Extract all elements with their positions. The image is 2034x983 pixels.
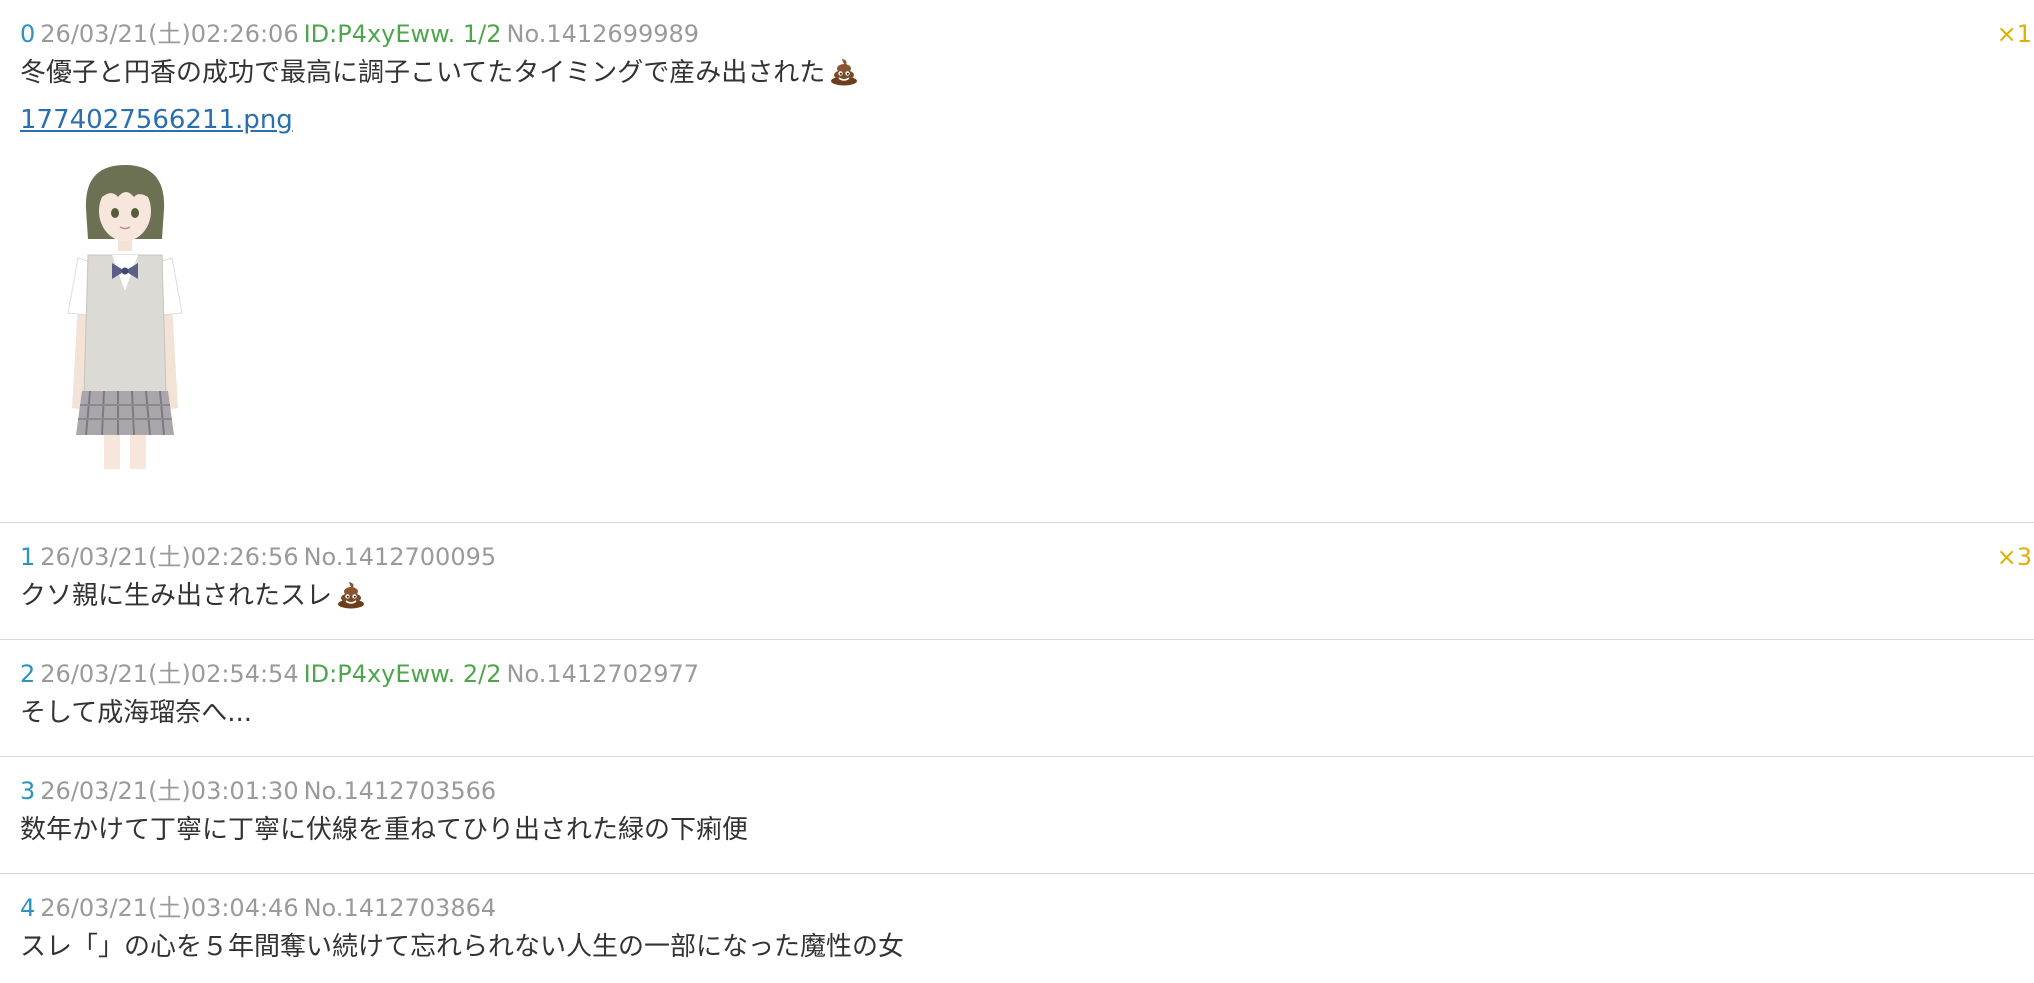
post-number[interactable]: 3 (20, 777, 35, 805)
post-datetime: 26/03/21(土)03:01:30 (40, 777, 299, 805)
post-number[interactable]: 1 (20, 543, 35, 571)
post-meta: 2 26/03/21(土)02:54:54 ID:P4xyEww. 2/2 No.14… (20, 658, 2014, 690)
reply-count-badge[interactable]: ×3 (1997, 541, 2032, 573)
post-meta: 3 26/03/21(土)03:01:30 No.1412703566 (20, 775, 2014, 807)
thread: 0 26/03/21(土)02:26:06 ID:P4xyEww. 1/2 No.14… (0, 0, 2034, 983)
poster-id[interactable]: ID:P4xyEww. 1/2 (304, 20, 502, 48)
post-no[interactable]: No.1412702977 (507, 660, 700, 688)
post-number[interactable]: 0 (20, 20, 35, 48)
post-2: 2 26/03/21(土)02:54:54 ID:P4xyEww. 2/2 No.14… (0, 640, 2034, 757)
post-no[interactable]: No.1412699989 (507, 20, 700, 48)
post-body: クソ親に生み出されたスレ (20, 579, 2014, 618)
post-meta: 1 26/03/21(土)02:26:56 No.1412700095 (20, 541, 2014, 573)
post-text: そして成海瑠奈へ... (20, 698, 253, 728)
post-datetime: 26/03/21(土)02:26:06 (40, 20, 299, 48)
post-1: 1 26/03/21(土)02:26:56 No.1412700095 ×3 クソ親… (0, 523, 2034, 640)
pile-of-poo-icon (336, 579, 366, 618)
post-4: 4 26/03/21(土)03:04:46 No.1412703864 スレ「」の心… (0, 874, 2034, 983)
post-text: スレ「」の心を５年間奪い続けて忘れられない人生の一部になった魔性の女 (20, 932, 905, 962)
post-number[interactable]: 4 (20, 894, 35, 922)
post-datetime: 26/03/21(土)02:54:54 (40, 660, 299, 688)
post-number[interactable]: 2 (20, 660, 35, 688)
post-text: 冬優子と円香の成功で最高に調子こいてたタイミングで産み出された (20, 58, 826, 88)
post-3: 3 26/03/21(土)03:01:30 No.1412703566 数年かけて丁… (0, 757, 2034, 874)
reply-count-badge[interactable]: ×1 (1997, 18, 2032, 50)
post-text: 数年かけて丁寧に丁寧に伏線を重ねてひり出された緑の下痢便 (20, 815, 749, 845)
file-link[interactable]: 1774027566211.png (20, 103, 293, 137)
post-datetime: 26/03/21(土)02:26:56 (40, 543, 299, 571)
post-text: クソ親に生み出されたスレ (20, 581, 333, 611)
image-thumbnail[interactable] (60, 163, 2014, 477)
post-datetime: 26/03/21(土)03:04:46 (40, 894, 299, 922)
post-no[interactable]: No.1412703864 (304, 894, 497, 922)
post-meta: 4 26/03/21(土)03:04:46 No.1412703864 (20, 892, 2014, 924)
post-no[interactable]: No.1412703566 (304, 777, 497, 805)
pile-of-poo-icon (829, 56, 859, 95)
post-0: 0 26/03/21(土)02:26:06 ID:P4xyEww. 1/2 No.14… (0, 0, 2034, 523)
post-no[interactable]: No.1412700095 (304, 543, 497, 571)
post-body: 冬優子と円香の成功で最高に調子こいてたタイミングで産み出された (20, 56, 2014, 95)
poster-id[interactable]: ID:P4xyEww. 2/2 (304, 660, 502, 688)
post-meta: 0 26/03/21(土)02:26:06 ID:P4xyEww. 1/2 No.14… (20, 18, 2014, 50)
